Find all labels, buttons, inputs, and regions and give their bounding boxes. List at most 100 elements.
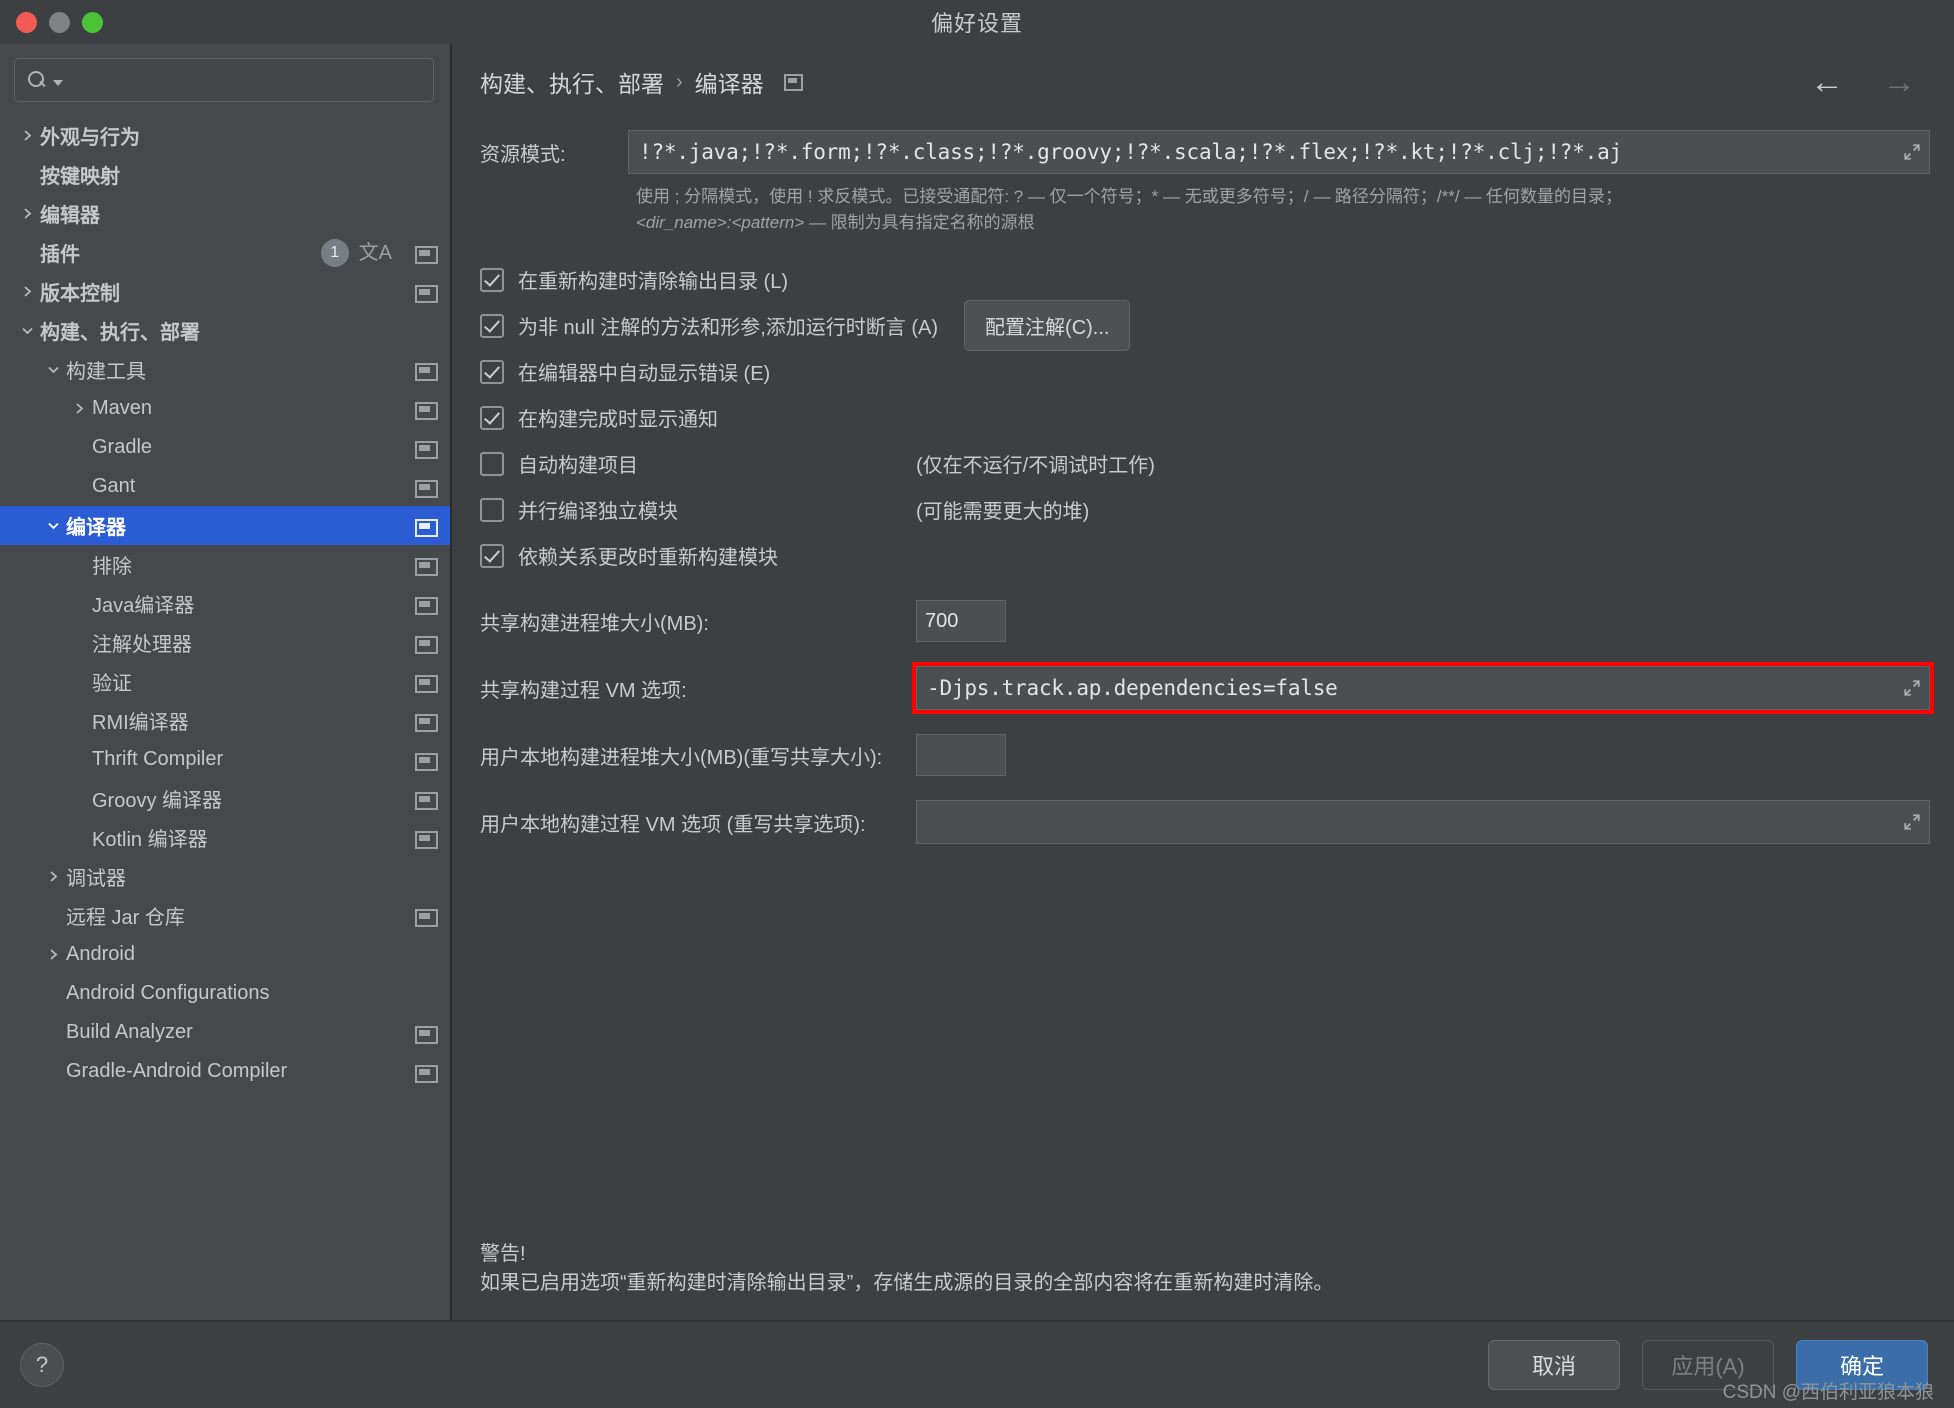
checkbox-input[interactable] xyxy=(480,359,504,384)
checkbox-input[interactable] xyxy=(480,313,504,338)
copy-settings-icon[interactable] xyxy=(414,749,438,771)
copy-settings-path-icon[interactable] xyxy=(783,73,803,91)
chevron-right-icon[interactable] xyxy=(14,206,40,221)
checkbox-row-3[interactable]: 在构建完成时显示通知 xyxy=(480,397,1930,438)
chevron-down-icon[interactable] xyxy=(14,324,40,337)
chevron-down-icon[interactable] xyxy=(40,519,66,532)
chevron-right-icon[interactable] xyxy=(14,128,40,143)
expand-icon[interactable] xyxy=(1903,813,1921,831)
sidebar-item-19[interactable]: 调试器 xyxy=(0,857,450,896)
watermark: CSDN @西伯利亚狼本狼 xyxy=(1722,1382,1934,1403)
checkbox-input[interactable] xyxy=(480,405,504,430)
sidebar-item-16[interactable]: Thrift Compiler xyxy=(0,740,450,779)
sidebar-item-3[interactable]: 插件 1 文A xyxy=(0,233,450,272)
sidebar-item-0[interactable]: 外观与行为 xyxy=(0,116,450,155)
sidebar-item-22[interactable]: Android Configurations xyxy=(0,974,450,1013)
chevron-right-icon[interactable] xyxy=(14,284,40,299)
warning-text: 警告! 如果已启用选项“重新构建时清除输出目录”，存储生成源的目录的全部内容将在… xyxy=(480,1240,1333,1298)
copy-settings-icon[interactable] xyxy=(414,1061,438,1083)
nav-forward-arrow-icon[interactable]: → xyxy=(1868,65,1930,99)
vm-options-input[interactable]: -Djps.track.ap.dependencies=false xyxy=(912,662,1934,714)
sidebar-item-14[interactable]: 验证 xyxy=(0,662,450,701)
copy-settings-icon[interactable] xyxy=(414,827,438,849)
sidebar-item-6[interactable]: 构建工具 xyxy=(0,350,450,389)
sidebar-item-21[interactable]: Android xyxy=(0,935,450,974)
checkbox-note: (仅在不运行/不调试时工作) xyxy=(916,455,1155,477)
chevron-right-icon[interactable] xyxy=(40,947,66,962)
copy-settings-icon[interactable] xyxy=(414,554,438,576)
copy-settings-icon[interactable] xyxy=(414,1022,438,1044)
sidebar-item-10[interactable]: 编译器 xyxy=(0,506,450,545)
window-title: 偏好设置 xyxy=(930,11,1023,36)
checkbox-row-1[interactable]: 为非 null 注解的方法和形参,添加运行时断言 (A) 配置注解(C)... xyxy=(480,300,1930,351)
copy-settings-icon[interactable] xyxy=(414,905,438,927)
copy-settings-icon[interactable] xyxy=(414,515,438,537)
sidebar-item-11[interactable]: 排除 xyxy=(0,545,450,584)
numeric-input[interactable] xyxy=(916,734,1006,776)
sidebar-item-7[interactable]: Maven xyxy=(0,389,450,428)
checkbox-row-2[interactable]: 在编辑器中自动显示错误 (E) xyxy=(480,351,1930,392)
sidebar-item-20[interactable]: 远程 Jar 仓库 xyxy=(0,896,450,935)
configure-annotations-button[interactable]: 配置注解(C)... xyxy=(964,300,1131,351)
checkbox-input[interactable] xyxy=(480,451,504,476)
translate-icon[interactable]: 文A xyxy=(359,243,392,263)
sidebar-item-label: 插件 xyxy=(40,244,80,266)
preferences-window: 偏好设置 外观与行为 按键映射 编辑器 插件 1 文A 版本控制 构建、执行、部署 构建工具 Ma… xyxy=(0,0,1954,1408)
expand-icon[interactable] xyxy=(1903,679,1921,697)
nav-back-arrow-icon[interactable]: ← xyxy=(1796,65,1858,99)
search-box[interactable] xyxy=(14,58,434,102)
checkbox-input[interactable] xyxy=(480,267,504,292)
checkbox-row-4[interactable]: 自动构建项目 (仅在不运行/不调试时工作) xyxy=(480,443,1930,484)
copy-settings-icon[interactable] xyxy=(414,671,438,693)
copy-settings-icon[interactable] xyxy=(414,788,438,810)
sidebar-item-label: 构建、执行、部署 xyxy=(40,322,200,344)
sidebar-item-12[interactable]: Java编译器 xyxy=(0,584,450,623)
sidebar-item-23[interactable]: Build Analyzer xyxy=(0,1013,450,1052)
sidebar-item-18[interactable]: Kotlin 编译器 xyxy=(0,818,450,857)
sidebar-item-5[interactable]: 构建、执行、部署 xyxy=(0,311,450,350)
sidebar-item-label: 构建工具 xyxy=(66,361,146,383)
copy-settings-icon[interactable] xyxy=(414,632,438,654)
copy-settings-icon[interactable] xyxy=(414,242,438,264)
checkbox-input[interactable] xyxy=(480,543,504,568)
sidebar-item-2[interactable]: 编辑器 xyxy=(0,194,450,233)
chevron-down-icon[interactable] xyxy=(53,80,63,86)
resource-pattern-input[interactable]: !?*.java;!?*.form;!?*.class;!?*.groovy;!… xyxy=(628,130,1930,174)
settings-tree: 外观与行为 按键映射 编辑器 插件 1 文A 版本控制 构建、执行、部署 构建工具 Maven Gr… xyxy=(0,112,450,1320)
copy-settings-icon[interactable] xyxy=(414,398,438,420)
cancel-button[interactable]: 取消 xyxy=(1488,1340,1620,1390)
chevron-right-icon[interactable] xyxy=(66,401,92,416)
vm-options-input[interactable] xyxy=(916,800,1930,844)
checkbox-input[interactable] xyxy=(480,497,504,522)
sidebar-item-24[interactable]: Gradle-Android Compiler xyxy=(0,1052,450,1091)
sidebar-item-13[interactable]: 注解处理器 xyxy=(0,623,450,662)
copy-settings-icon[interactable] xyxy=(414,476,438,498)
field-row-1: 共享构建过程 VM 选项: -Djps.track.ap.dependencies… xyxy=(480,662,1934,714)
checkbox-group: 在重新构建时清除输出目录 (L) 为非 null 注解的方法和形参,添加运行时断言… xyxy=(480,259,1930,576)
search-input[interactable] xyxy=(69,70,421,90)
copy-settings-icon[interactable] xyxy=(414,593,438,615)
copy-settings-icon[interactable] xyxy=(414,281,438,303)
sidebar-item-8[interactable]: Gradle xyxy=(0,428,450,467)
sidebar-item-17[interactable]: Groovy 编译器 xyxy=(0,779,450,818)
chevron-down-icon[interactable] xyxy=(40,363,66,376)
sidebar-item-1[interactable]: 按键映射 xyxy=(0,155,450,194)
checkbox-label: 自动构建项目 xyxy=(518,455,638,477)
breadcrumb-parent[interactable]: 构建、执行、部署 xyxy=(480,65,664,99)
checkbox-row-5[interactable]: 并行编译独立模块 (可能需要更大的堆) xyxy=(480,489,1930,530)
warning-body: 如果已启用选项“重新构建时清除输出目录”，存储生成源的目录的全部内容将在重新构建… xyxy=(480,1272,1334,1294)
sidebar-item-4[interactable]: 版本控制 xyxy=(0,272,450,311)
copy-settings-icon[interactable] xyxy=(414,437,438,459)
sidebar-item-9[interactable]: Gant xyxy=(0,467,450,506)
chevron-right-icon[interactable] xyxy=(40,869,66,884)
checkbox-row-6[interactable]: 依赖关系更改时重新构建模块 xyxy=(480,535,1930,576)
compiler-settings-form: 资源模式: !?*.java;!?*.form;!?*.class;!?*.gr… xyxy=(480,120,1934,1320)
numeric-input[interactable] xyxy=(916,600,1006,642)
help-button[interactable]: ? xyxy=(20,1343,64,1387)
sidebar-item-label: 编译器 xyxy=(66,517,126,539)
copy-settings-icon[interactable] xyxy=(414,710,438,732)
sidebar-item-15[interactable]: RMI编译器 xyxy=(0,701,450,740)
expand-icon[interactable] xyxy=(1903,143,1921,161)
copy-settings-icon[interactable] xyxy=(414,359,438,381)
checkbox-row-0[interactable]: 在重新构建时清除输出目录 (L) xyxy=(480,259,1930,300)
